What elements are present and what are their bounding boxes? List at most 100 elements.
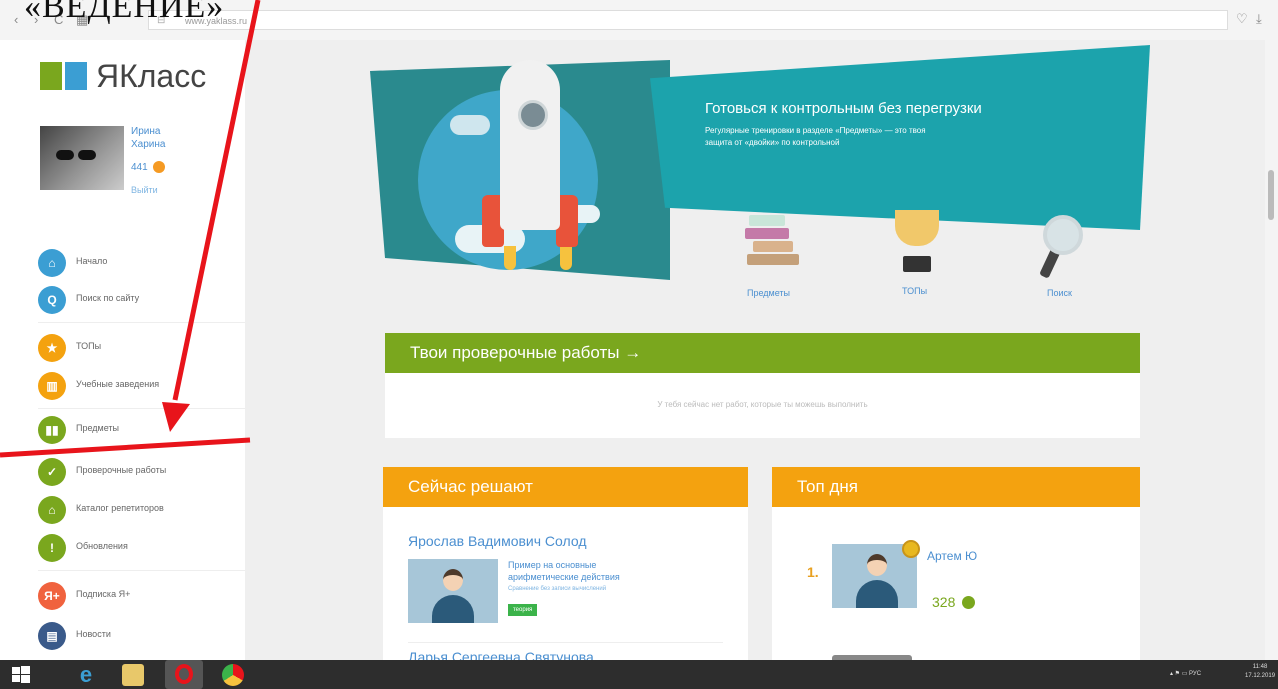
- medal-icon: [902, 540, 920, 558]
- divider: [38, 570, 245, 571]
- top-card-title: Топ дня: [797, 477, 858, 496]
- user-avatar[interactable]: [408, 559, 498, 623]
- internet-explorer-icon[interactable]: e: [75, 664, 97, 686]
- sidebar: ЯКласс Ирина Харина 441 Выйти ⌂ Начало Q По…: [0, 40, 246, 660]
- trophy-base: [903, 256, 931, 272]
- banner-title: Готовься к контрольным без перегрузки: [705, 100, 982, 117]
- school-icon: ▥: [38, 372, 66, 400]
- sidebar-item[interactable]: ★ ТОПы: [38, 330, 245, 368]
- rocket-flame: [560, 246, 572, 270]
- banner-subtitle: защита от «двойки» по контрольной: [705, 138, 840, 147]
- user-last-name[interactable]: Харина: [131, 139, 165, 150]
- logo-book-icon[interactable]: [40, 62, 90, 90]
- tests-empty-message: У тебя сейчас нет работ, которые ты може…: [657, 400, 868, 409]
- avatar-glasses: [56, 150, 74, 160]
- avatar-figure: [867, 554, 887, 576]
- solving-card-header: Сейчас решают: [383, 467, 748, 507]
- sidebar-item[interactable]: ! Обновления: [38, 530, 245, 568]
- clock[interactable]: 11:48 17.12.2019: [1245, 663, 1275, 681]
- task-subtitle: Сравнение без записи вычислений: [508, 586, 607, 592]
- divider: [38, 408, 245, 409]
- coin-icon: [153, 161, 165, 173]
- tests-card-header[interactable]: Твои проверочные работы →: [385, 333, 1140, 373]
- windows-start-icon[interactable]: [10, 664, 32, 686]
- top-user-points: 328: [932, 594, 956, 610]
- rank-number: 1.: [807, 564, 819, 580]
- sidebar-item[interactable]: Q Поиск по сайту: [38, 282, 245, 320]
- user-points: 441: [131, 162, 148, 173]
- books-icon[interactable]: [745, 215, 803, 275]
- avatar[interactable]: [40, 126, 124, 190]
- tests-card-body: У тебя сейчас нет работ, которые ты може…: [385, 373, 1140, 438]
- exclamation-icon: !: [38, 534, 66, 562]
- logo-text[interactable]: ЯКласс: [96, 58, 206, 95]
- clock-date: 17.12.2019: [1245, 673, 1276, 679]
- sidebar-item-label: ТОПы: [76, 341, 102, 351]
- search-icon: Q: [38, 286, 66, 314]
- sidebar-item-label: Обновления: [76, 541, 128, 551]
- overlay-caption: «ВЕДЕНИЕ»: [24, 0, 225, 25]
- download-icon[interactable]: ⤓: [1256, 11, 1262, 27]
- sidebar-item[interactable]: ▮▮ Предметы: [38, 412, 245, 450]
- file-explorer-icon[interactable]: [122, 664, 144, 686]
- sidebar-item[interactable]: ▤ Новости: [38, 618, 245, 656]
- chrome-icon[interactable]: [222, 664, 244, 686]
- avatar-figure: [856, 580, 898, 608]
- check-icon: ✓: [38, 458, 66, 486]
- coin-icon: [962, 596, 975, 609]
- news-icon: ▤: [38, 622, 66, 650]
- back-button[interactable]: ‹: [14, 12, 18, 27]
- rocket-icon: [500, 60, 560, 230]
- clock-time: 11:48: [1252, 664, 1268, 670]
- sidebar-item-label: Учебные заведения: [76, 379, 160, 389]
- graduation-cap-icon: ⌂: [38, 496, 66, 524]
- system-tray[interactable]: ▴ ⚑ ▭ РУС: [1170, 670, 1201, 677]
- sidebar-item-label: Начало: [76, 256, 108, 266]
- sidebar-item-label: Новости: [76, 629, 111, 639]
- sidebar-item-label: Каталог репетиторов: [76, 503, 164, 513]
- magnifier-icon[interactable]: [1043, 215, 1083, 255]
- task-link[interactable]: арифметические действия: [508, 572, 620, 582]
- task-link[interactable]: Пример на основные: [508, 560, 596, 570]
- banner-link-search[interactable]: Поиск: [1047, 288, 1072, 298]
- trophy-icon[interactable]: [895, 210, 939, 246]
- avatar-figure: [432, 595, 474, 623]
- top-card-body: 1. Артем Ю 328: [772, 507, 1140, 660]
- scrollbar-thumb[interactable]: [1268, 170, 1274, 220]
- page-scrollbar[interactable]: [1265, 40, 1278, 660]
- sidebar-item[interactable]: ▥ Учебные заведения: [38, 368, 245, 406]
- sidebar-item[interactable]: ✓ Проверочные работы: [38, 454, 245, 492]
- logout-link[interactable]: Выйти: [131, 185, 158, 195]
- subscription-icon: Я+: [38, 582, 66, 610]
- avatar-glasses: [78, 150, 96, 160]
- tests-card-title[interactable]: Твои проверочные работы →: [410, 343, 641, 363]
- address-bar[interactable]: ⊟ www.yaklass.ru: [148, 10, 1228, 30]
- solver-name-link[interactable]: Ярослав Вадимович Солод: [408, 533, 587, 549]
- banner-subtitle: Регулярные тренировки в разделе «Предмет…: [705, 126, 926, 135]
- star-icon: ★: [38, 334, 66, 362]
- sidebar-item[interactable]: ⌂ Каталог репетиторов: [38, 492, 245, 530]
- top-user-link[interactable]: Артем Ю: [927, 549, 977, 563]
- bookmark-heart-icon[interactable]: ♡: [1236, 11, 1248, 27]
- sidebar-item-label: Поиск по сайту: [76, 293, 140, 303]
- books-icon: ▮▮: [38, 416, 66, 444]
- top-card-header: Топ дня: [772, 467, 1140, 507]
- rocket-flame: [504, 246, 516, 270]
- opera-taskbar-button[interactable]: [165, 660, 203, 689]
- divider: [38, 322, 245, 323]
- sidebar-item[interactable]: Я+ Подписка Я+: [38, 578, 245, 616]
- avatar-figure: [443, 569, 463, 591]
- banner-link-tops[interactable]: ТОПы: [902, 286, 927, 296]
- windows-taskbar: e ▴ ⚑ ▭ РУС 11:48 17.12.2019: [0, 660, 1278, 689]
- rocket-window: [518, 100, 548, 130]
- user-first-name[interactable]: Ирина: [131, 126, 160, 137]
- divider: [408, 642, 723, 643]
- home-icon: ⌂: [38, 249, 66, 277]
- sidebar-item[interactable]: ⌂ Начало: [38, 245, 245, 283]
- sidebar-item-label: Подписка Я+: [76, 589, 131, 599]
- task-type-badge: теория: [508, 604, 538, 616]
- solving-card-body: Ярослав Вадимович Солод Пример на основн…: [383, 507, 748, 661]
- banner-link-subjects[interactable]: Предметы: [747, 288, 790, 298]
- sidebar-item-label: Предметы: [76, 423, 120, 433]
- cloud-icon: [450, 115, 490, 135]
